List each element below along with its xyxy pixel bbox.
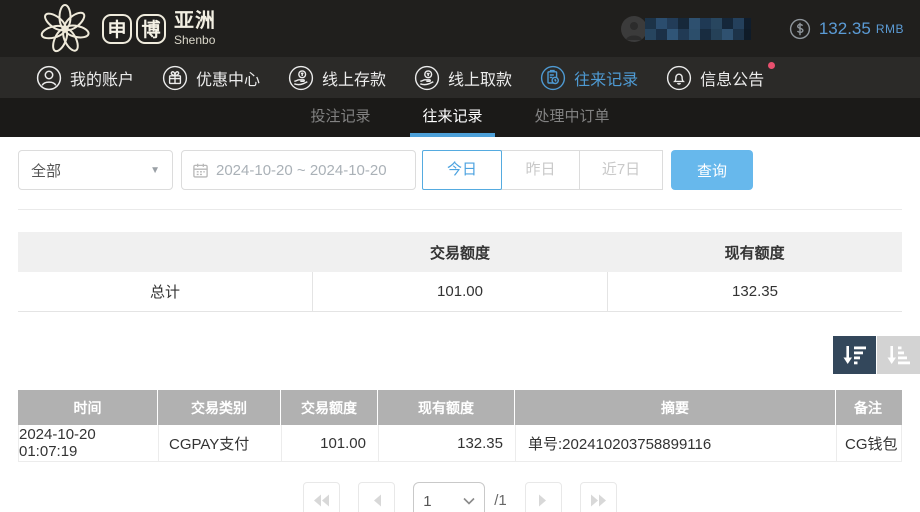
col-remarks: 备注 (835, 390, 900, 425)
deposit-hand-coin-icon (288, 65, 314, 91)
sort-ascending-button[interactable] (877, 336, 920, 374)
gift-icon (162, 65, 188, 91)
left-arrow-icon (372, 494, 382, 507)
tab-pending-orders[interactable]: 处理中订单 (523, 98, 622, 137)
logo-char-bo: 博 (136, 14, 166, 44)
page-select[interactable]: 1 (413, 482, 485, 512)
sort-ascending-icon (887, 344, 911, 366)
type-filter-select[interactable]: 全部 ▼ (18, 150, 173, 190)
date-range-input[interactable]: 2024-10-20 ~ 2024-10-20 (181, 150, 416, 190)
notification-dot (768, 62, 775, 69)
query-button[interactable]: 查询 (671, 150, 753, 190)
cell-transaction-type: CGPAY支付 (158, 425, 281, 461)
cell-time: 2024-10-20 01:07:19 (19, 425, 158, 461)
cell-transaction-amount: 101.00 (281, 425, 378, 461)
avatar (621, 16, 647, 42)
col-summary: 摘要 (514, 390, 835, 425)
summary-total-row: 总计 101.00 132.35 (18, 272, 902, 312)
right-arrow-icon (538, 494, 548, 507)
user-account-chip[interactable] (621, 14, 761, 44)
nav-item-promotions[interactable]: 优惠中心 (162, 65, 260, 91)
flower-logo-icon (36, 3, 94, 55)
nav-label: 线上取款 (448, 66, 512, 90)
table-row: 2024-10-20 01:07:19 CGPAY支付 101.00 132.3… (18, 425, 902, 462)
chevron-down-icon (463, 497, 475, 505)
nav-item-deposit[interactable]: 线上存款 (288, 65, 386, 91)
double-left-arrow-icon (313, 494, 330, 507)
prev-page-button[interactable] (358, 482, 395, 512)
logo-char-shen: 申 (102, 14, 132, 44)
nav-label: 我的账户 (70, 66, 134, 90)
redacted-username (645, 18, 751, 40)
summary-current-balance: 132.35 (607, 272, 902, 311)
brand-logo[interactable]: 申 博 亚洲 Shenbo (36, 0, 216, 57)
records-header-row: 时间 交易类别 交易额度 现有额度 摘要 备注 (18, 390, 902, 425)
type-filter-value: 全部 (31, 160, 61, 181)
tab-transaction-records[interactable]: 往来记录 (410, 98, 494, 137)
nav-item-my-account[interactable]: 我的账户 (36, 65, 134, 91)
clipboard-clock-icon (540, 65, 566, 91)
nav-item-announcements[interactable]: 信息公告 (666, 65, 764, 91)
quick-range-yesterday[interactable]: 昨日 (501, 150, 580, 190)
withdraw-hand-coin-icon (414, 65, 440, 91)
page-select-value: 1 (423, 493, 431, 510)
summary-col-transaction-amount: 交易额度 (313, 232, 608, 272)
user-icon (36, 65, 62, 91)
next-page-button[interactable] (525, 482, 562, 512)
records-table: 时间 交易类别 交易额度 现有额度 摘要 备注 2024-10-20 01:07… (18, 390, 902, 462)
chevron-down-icon: ▼ (150, 165, 160, 176)
first-page-button[interactable] (303, 482, 340, 512)
cell-current-balance: 132.35 (378, 425, 515, 461)
sort-descending-button[interactable] (833, 336, 876, 374)
col-transaction-amount: 交易额度 (280, 390, 377, 425)
main-nav: 我的账户 优惠中心 线上存款 (0, 57, 920, 98)
nav-item-withdrawal[interactable]: 线上取款 (414, 65, 512, 91)
col-time: 时间 (18, 390, 157, 425)
nav-item-transactions[interactable]: 往来记录 (540, 65, 638, 91)
balance-currency: RMB (876, 22, 904, 36)
page: 申 博 亚洲 Shenbo (0, 0, 920, 512)
bell-icon (666, 65, 692, 91)
balance[interactable]: 132.35 RMB (789, 18, 920, 40)
summary-header-row: 交易额度 现有额度 (18, 232, 902, 272)
summary-table: 交易额度 现有额度 总计 101.00 132.35 (18, 232, 902, 312)
quick-range-last7days[interactable]: 近7日 (579, 150, 663, 190)
nav-label: 往来记录 (574, 66, 638, 90)
cell-summary: 单号:202410203758899116 (515, 425, 836, 461)
top-header: 申 博 亚洲 Shenbo (0, 0, 920, 57)
last-page-button[interactable] (580, 482, 617, 512)
summary-total-label: 总计 (18, 272, 312, 311)
page-total-label: /1 (494, 482, 507, 512)
tab-bet-records[interactable]: 投注记录 (298, 98, 382, 137)
sub-tab-bar: 投注记录 往来记录 处理中订单 (0, 98, 920, 137)
col-current-balance: 现有额度 (377, 390, 514, 425)
summary-transaction-amount: 101.00 (312, 272, 607, 311)
balance-amount: 132.35 (819, 19, 871, 39)
sort-controls (833, 336, 920, 374)
sort-descending-icon (843, 344, 867, 366)
quick-range-today[interactable]: 今日 (422, 150, 502, 190)
summary-col-blank (18, 232, 313, 272)
date-range-value: 2024-10-20 ~ 2024-10-20 (216, 162, 387, 179)
calendar-icon (192, 162, 209, 179)
double-right-arrow-icon (590, 494, 607, 507)
logo-region-text: 亚洲 (174, 11, 216, 31)
summary-col-current-balance: 现有额度 (607, 232, 902, 272)
nav-label: 优惠中心 (196, 66, 260, 90)
user-silhouette-icon (625, 20, 643, 40)
dollar-coin-icon (789, 18, 811, 40)
cell-remarks: CG钱包 (836, 425, 901, 461)
nav-label: 线上存款 (322, 66, 386, 90)
section-divider (18, 209, 902, 210)
pagination: 1 /1 (0, 482, 920, 512)
col-transaction-type: 交易类别 (157, 390, 280, 425)
nav-label: 信息公告 (700, 66, 764, 90)
logo-subtitle: Shenbo (174, 34, 216, 46)
